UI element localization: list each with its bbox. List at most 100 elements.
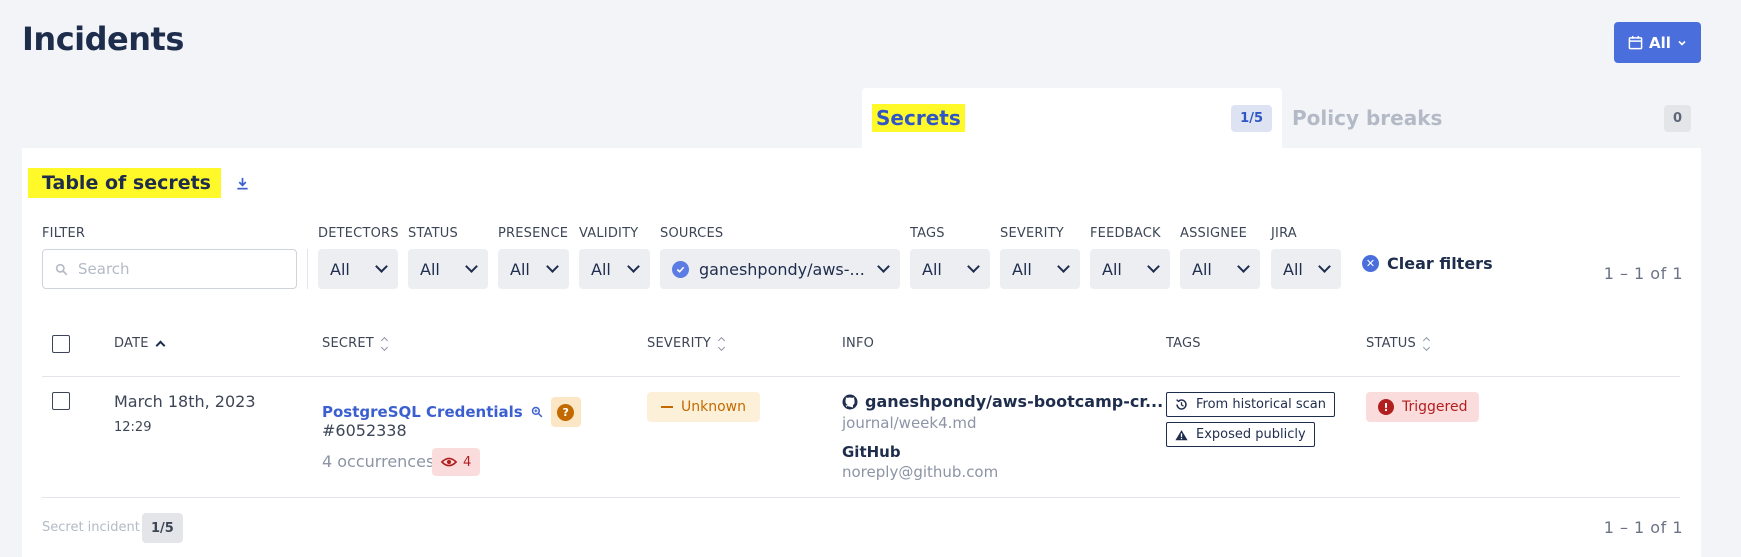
secrets-panel bbox=[22, 148, 1701, 557]
chevron-down-icon bbox=[967, 260, 980, 273]
assignee-select[interactable]: All bbox=[1180, 249, 1260, 289]
severity-filter-label: SEVERITY bbox=[1000, 226, 1064, 241]
footer-label: Secret incident bbox=[42, 520, 140, 535]
tags-filter-label: TAGS bbox=[910, 226, 945, 241]
severity-select[interactable]: All bbox=[1000, 249, 1080, 289]
tab-secrets-label: Secrets bbox=[872, 104, 965, 132]
footer-count: 1/5 bbox=[142, 513, 183, 543]
tab-policy-breaks[interactable]: Policy breaks 0 bbox=[1282, 88, 1701, 148]
repo-link[interactable]: ganeshpondy/aws-bootcamp-cr... bbox=[842, 392, 1163, 411]
presence-select[interactable]: All bbox=[498, 249, 569, 289]
column-date[interactable]: DATE bbox=[114, 336, 166, 351]
views-badge: 4 bbox=[432, 448, 481, 476]
row-date: March 18th, 2023 bbox=[114, 392, 256, 411]
column-info-label: INFO bbox=[842, 336, 875, 351]
tab-secrets-count: 1/5 bbox=[1231, 104, 1272, 132]
presence-filter-label: PRESENCE bbox=[498, 226, 569, 241]
row-checkbox[interactable] bbox=[52, 392, 70, 410]
validity-select[interactable]: All bbox=[579, 249, 650, 289]
dash-icon bbox=[661, 406, 673, 408]
calendar-icon bbox=[1628, 35, 1643, 50]
detectors-select[interactable]: All bbox=[318, 249, 398, 289]
detectors-filter-label: DETECTORS bbox=[318, 226, 399, 241]
sources-value: ganeshpondy/aws-... bbox=[699, 259, 865, 279]
chevron-down-icon bbox=[465, 260, 478, 273]
occurrences-count: 4 occurrences bbox=[322, 452, 435, 471]
column-secret[interactable]: SECRET bbox=[322, 336, 388, 351]
detectors-value: All bbox=[330, 259, 350, 279]
pagination-bottom: 1 – 1 of 1 bbox=[1603, 518, 1683, 537]
chevron-down-icon bbox=[627, 260, 640, 273]
chevron-down-icon bbox=[1057, 260, 1070, 273]
zoom-in-icon bbox=[531, 406, 543, 418]
search-field[interactable] bbox=[42, 249, 297, 289]
chevron-down-icon bbox=[375, 260, 388, 273]
jira-filter-label: JIRA bbox=[1271, 226, 1297, 241]
warning-icon bbox=[1175, 429, 1188, 440]
history-icon bbox=[1176, 399, 1187, 410]
secret-name: PostgreSQL Credentials bbox=[322, 403, 523, 421]
download-icon[interactable] bbox=[235, 176, 250, 191]
table-header: Table of secrets bbox=[28, 168, 250, 198]
page-title: Incidents bbox=[22, 20, 184, 58]
header-divider bbox=[42, 376, 1680, 377]
column-tags: TAGS bbox=[1166, 336, 1201, 351]
feedback-filter-label: FEEDBACK bbox=[1090, 226, 1161, 241]
tab-policy-breaks-count: 0 bbox=[1663, 104, 1691, 132]
assignee-value: All bbox=[1192, 259, 1212, 279]
column-secret-label: SECRET bbox=[322, 336, 374, 351]
tag-exposed-publicly: Exposed publicly bbox=[1166, 422, 1315, 447]
repo-name: ganeshpondy/aws-bootcamp-cr... bbox=[865, 392, 1164, 411]
filter-label: FILTER bbox=[42, 226, 86, 241]
status-badge: ! Triggered bbox=[1366, 392, 1480, 422]
status-value: All bbox=[420, 259, 440, 279]
sort-icon bbox=[380, 336, 388, 351]
column-status[interactable]: STATUS bbox=[1366, 336, 1431, 351]
author-email: noreply@github.com bbox=[842, 463, 999, 481]
sources-selected: ganeshpondy/aws-... bbox=[672, 260, 865, 279]
tag-label: Exposed publicly bbox=[1196, 427, 1306, 442]
clear-filters-button[interactable]: ✕ Clear filters bbox=[1362, 254, 1493, 273]
chevron-down-icon bbox=[1678, 40, 1686, 46]
date-range-label: All bbox=[1649, 33, 1671, 52]
chevron-down-icon bbox=[1237, 260, 1250, 273]
column-severity[interactable]: SEVERITY bbox=[647, 336, 725, 351]
sources-select[interactable]: ganeshpondy/aws-... bbox=[660, 249, 900, 289]
row-time: 12:29 bbox=[114, 420, 152, 435]
presence-value: All bbox=[510, 259, 530, 279]
tags-select[interactable]: All bbox=[910, 249, 990, 289]
close-icon: ✕ bbox=[1362, 255, 1379, 272]
tags-value: All bbox=[922, 259, 942, 279]
row-divider bbox=[42, 497, 1680, 498]
tab-secrets[interactable]: Secrets 1/5 bbox=[862, 88, 1282, 148]
github-icon bbox=[842, 394, 858, 409]
filter-divider bbox=[307, 249, 308, 289]
status-select[interactable]: All bbox=[408, 249, 488, 289]
unknown-validity-badge: ? bbox=[550, 397, 581, 427]
validity-filter-label: VALIDITY bbox=[579, 226, 639, 241]
question-icon: ? bbox=[557, 403, 575, 421]
file-path: journal/week4.md bbox=[842, 414, 977, 432]
author-name: GitHub bbox=[842, 443, 901, 461]
date-range-button[interactable]: All bbox=[1614, 22, 1701, 63]
jira-select[interactable]: All bbox=[1271, 249, 1341, 289]
chevron-down-icon bbox=[1147, 260, 1160, 273]
clear-filters-label: Clear filters bbox=[1387, 254, 1493, 273]
secret-id: #6052338 bbox=[322, 421, 407, 440]
assignee-filter-label: ASSIGNEE bbox=[1180, 226, 1248, 241]
eye-icon bbox=[441, 457, 457, 467]
feedback-value: All bbox=[1102, 259, 1122, 279]
column-status-label: STATUS bbox=[1366, 336, 1416, 351]
select-all-checkbox[interactable] bbox=[52, 335, 70, 353]
jira-value: All bbox=[1283, 259, 1303, 279]
search-input[interactable] bbox=[78, 260, 268, 278]
column-date-label: DATE bbox=[114, 336, 149, 351]
chevron-down-icon bbox=[546, 260, 559, 273]
sort-ascending-icon bbox=[155, 340, 166, 351]
tab-policy-breaks-label: Policy breaks bbox=[1292, 106, 1443, 130]
pagination-top: 1 – 1 of 1 bbox=[1603, 264, 1683, 283]
status-filter-label: STATUS bbox=[408, 226, 458, 241]
sources-filter-label: SOURCES bbox=[660, 226, 724, 241]
sort-icon bbox=[717, 336, 725, 351]
feedback-select[interactable]: All bbox=[1090, 249, 1170, 289]
